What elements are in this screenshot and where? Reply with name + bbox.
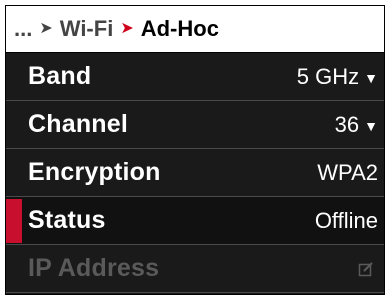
- row-status[interactable]: Status Offline: [6, 197, 384, 245]
- row-band[interactable]: Band 5 GHz ▼: [6, 53, 384, 101]
- ip-address-edit[interactable]: [358, 261, 384, 277]
- settings-list: Band 5 GHz ▼ Channel 36 ▼ Encryption WPA…: [6, 53, 384, 293]
- breadcrumb-wifi[interactable]: Wi-Fi: [60, 16, 114, 42]
- breadcrumb-separator-icon: ➤: [39, 20, 53, 37]
- page-title: Ad-Hoc: [140, 16, 219, 41]
- row-label: Band: [28, 62, 92, 90]
- selection-indicator: [6, 199, 22, 243]
- chevron-down-icon: ▼: [364, 69, 378, 86]
- breadcrumb: ... ➤ Wi-Fi ➤ Ad-Hoc: [6, 6, 384, 53]
- chevron-down-icon: ▼: [364, 117, 378, 134]
- edit-icon: [358, 261, 373, 276]
- row-label: IP Address: [28, 254, 160, 282]
- row-label: Status: [28, 206, 106, 234]
- band-dropdown[interactable]: 5 GHz ▼: [297, 64, 384, 90]
- row-encryption[interactable]: Encryption WPA2: [6, 149, 384, 197]
- settings-panel: ... ➤ Wi-Fi ➤ Ad-Hoc Band 5 GHz ▼ Channe…: [5, 5, 385, 295]
- channel-dropdown[interactable]: 36 ▼: [335, 112, 384, 138]
- row-label: Channel: [28, 110, 129, 138]
- encryption-value: WPA2: [317, 159, 378, 185]
- row-ip-address[interactable]: IP Address: [6, 245, 384, 293]
- breadcrumb-current-separator-icon: ➤: [120, 20, 134, 37]
- row-label: Encryption: [28, 158, 161, 186]
- breadcrumb-ellipsis[interactable]: ...: [14, 16, 32, 42]
- channel-value: 36: [334, 111, 360, 137]
- row-channel[interactable]: Channel 36 ▼: [6, 101, 384, 149]
- band-value: 5 GHz: [296, 63, 360, 89]
- status-value: Offline: [314, 207, 378, 233]
